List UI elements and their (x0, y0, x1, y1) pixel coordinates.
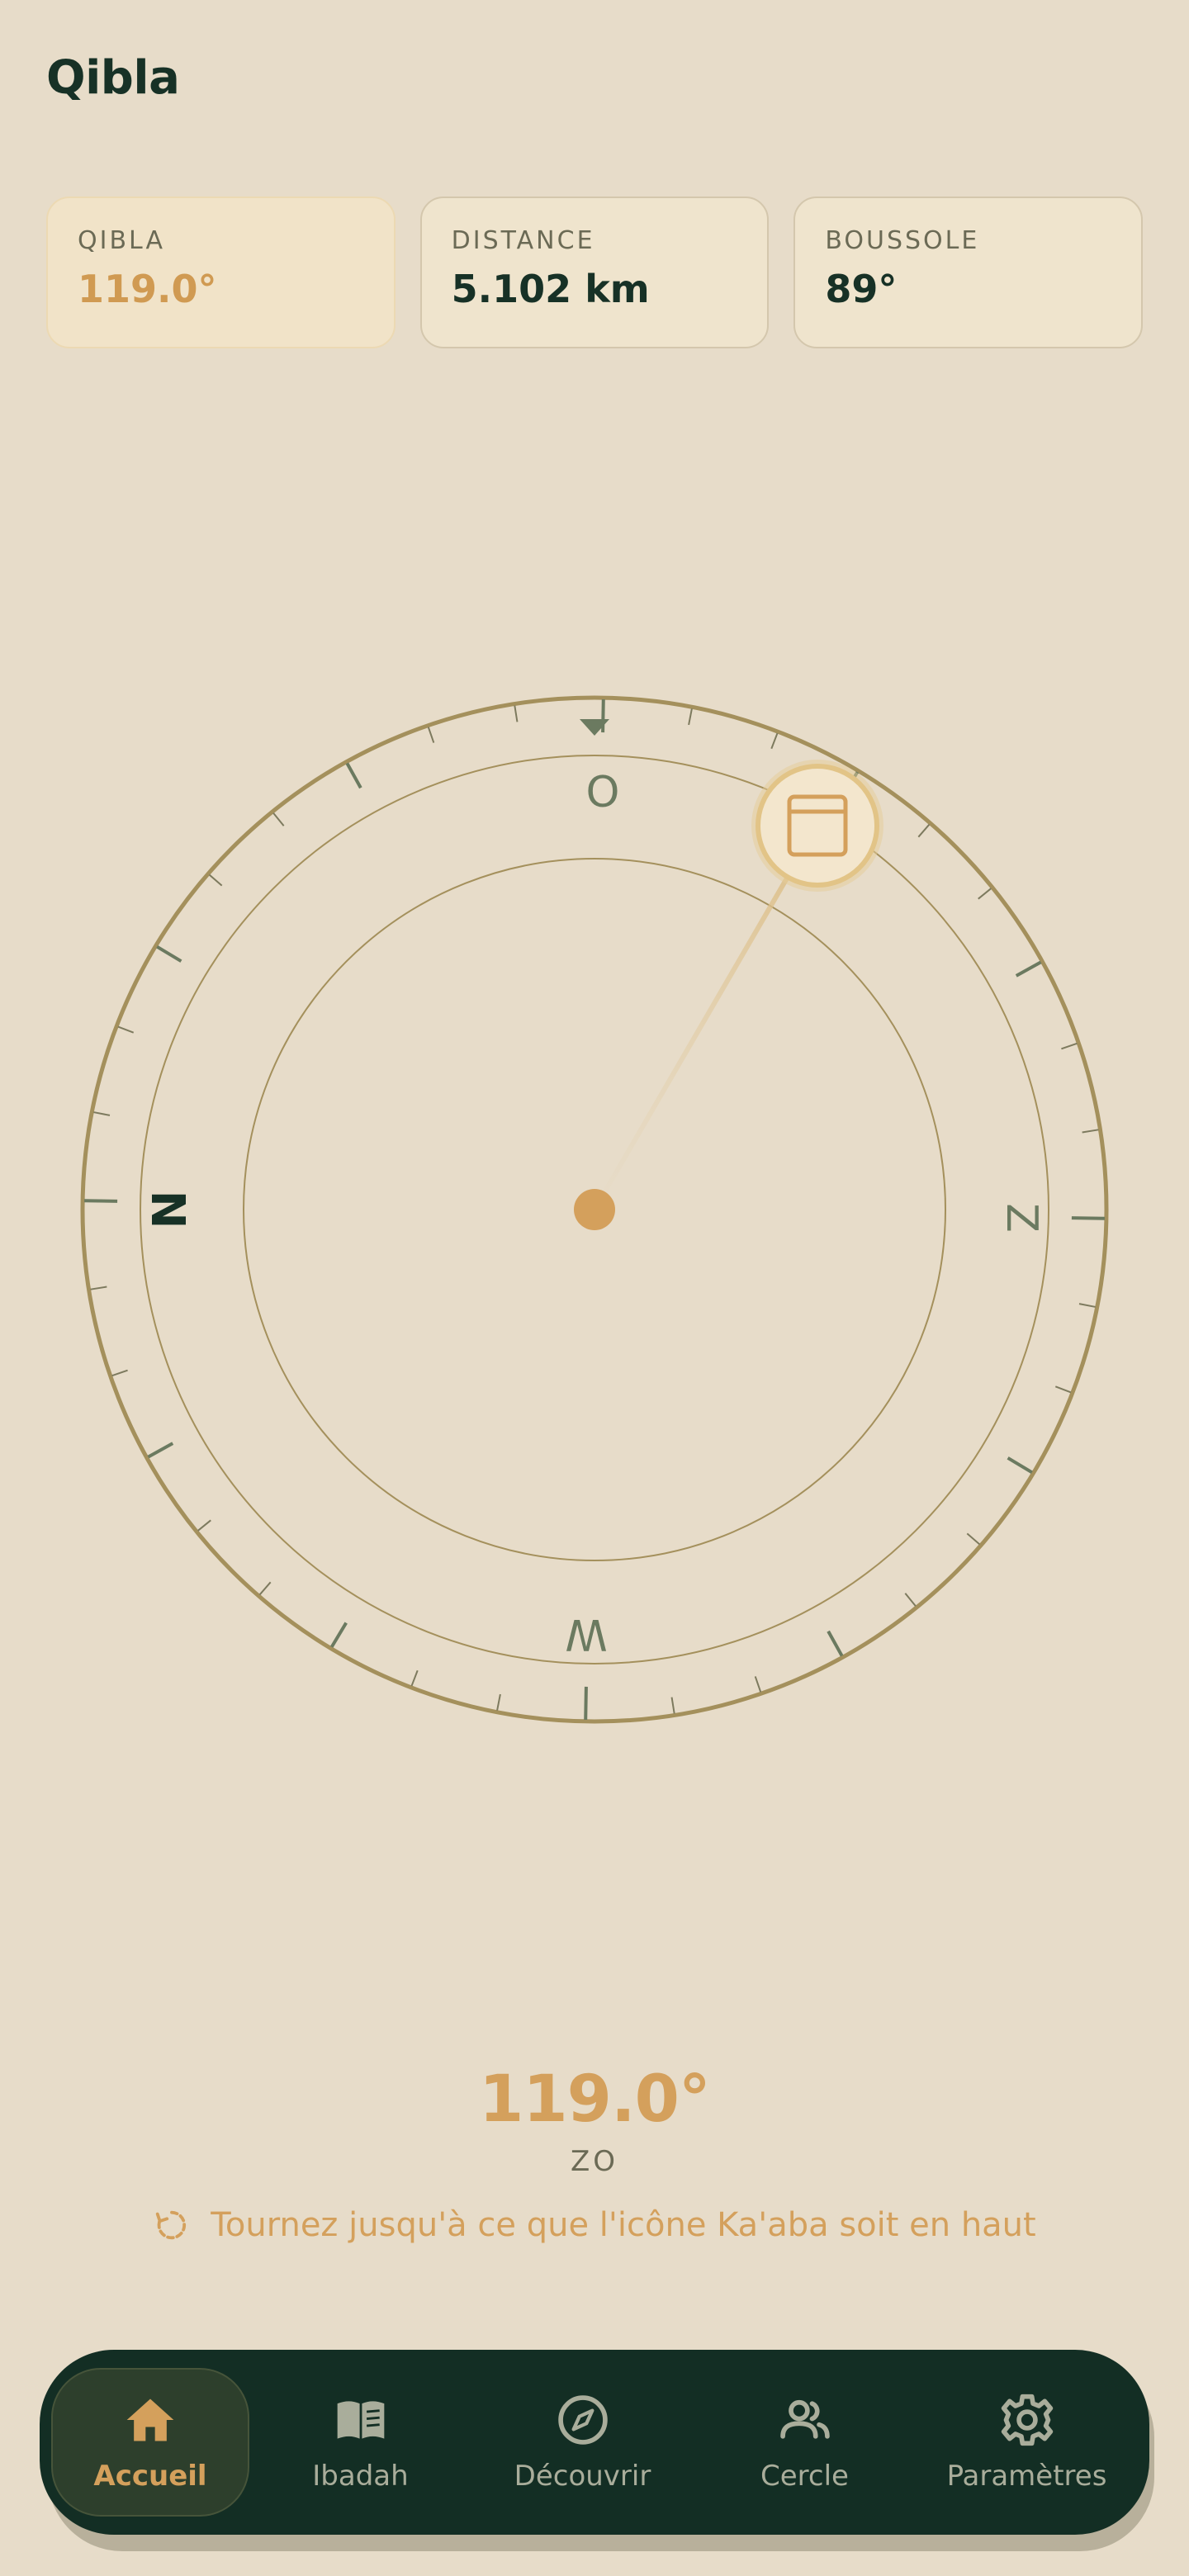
compass-tick (1054, 1385, 1072, 1394)
qibla-card: QIBLA 119.0° (46, 197, 396, 348)
compass-tick (754, 1676, 762, 1693)
book-icon (337, 2401, 384, 2439)
compass-tick (117, 1025, 135, 1034)
compass-tick (84, 1199, 118, 1203)
compass-tick (111, 1369, 128, 1377)
rotate-hint: Tournez jusqu'à ce que l'icône Ka'aba so… (0, 2206, 1189, 2244)
compass-card-value: 89° (825, 267, 898, 311)
page-title: Qibla (46, 51, 180, 105)
compass-tick (978, 888, 992, 900)
qibla-compass: O Z W N (74, 689, 1115, 1730)
compass-tick (670, 1697, 675, 1714)
compass-tick (917, 823, 931, 838)
compass-tick (272, 812, 285, 826)
cardinal-right: Z (997, 1203, 1046, 1233)
rotate-hint-text: Tournez jusqu'à ce que l'icône Ka'aba so… (211, 2206, 1036, 2244)
compass-tick (688, 708, 693, 726)
nav-item-ibadah-label: Ibadah (312, 2460, 409, 2493)
compass-tick (770, 732, 779, 750)
people-icon (779, 2399, 830, 2439)
gear-icon (1001, 2394, 1053, 2446)
compass-card-label: BOUSSOLE (825, 226, 980, 255)
compass-tick (584, 1686, 588, 1720)
distance-card-value: 5.102 km (451, 267, 650, 311)
compass-tick (496, 1693, 501, 1711)
cardinal-bottom: W (565, 1609, 607, 1659)
compass-tick (427, 727, 435, 743)
nav-item-ibadah[interactable]: Ibadah (249, 2368, 471, 2517)
nav-item-parametres-label: Paramètres (946, 2460, 1107, 2493)
nav-item-parametres[interactable]: Paramètres (916, 2368, 1138, 2517)
compass-tick (197, 1519, 211, 1532)
nav-item-accueil[interactable]: Accueil (51, 2368, 249, 2517)
qibla-card-value: 119.0° (78, 267, 217, 311)
compass-tick (208, 874, 223, 887)
heading-angle: 119.0° (479, 2062, 711, 2137)
cardinal-left: N (144, 1191, 197, 1229)
compass-tick (1082, 1129, 1099, 1134)
nav-item-decouvrir[interactable]: Découvrir (471, 2368, 694, 2517)
distance-card-label: DISTANCE (451, 226, 595, 255)
kaaba-marker (751, 760, 883, 892)
compass-tick (1071, 1216, 1105, 1220)
compass-center-dot (574, 1189, 615, 1230)
compass-tick (1061, 1042, 1078, 1050)
nav-item-cercle-label: Cercle (760, 2460, 849, 2493)
qibla-direction-line (592, 824, 820, 1211)
compass-tick (1015, 960, 1042, 978)
stats-cards: QIBLA 119.0° DISTANCE 5.102 km BOUSSOLE … (46, 197, 1144, 348)
compass-tick (966, 1532, 981, 1546)
compass-tick (1078, 1303, 1096, 1308)
heading-pointer-icon (580, 719, 609, 736)
nav-item-cercle[interactable]: Cercle (694, 2368, 916, 2517)
compass-tick (329, 1622, 348, 1648)
compass-tick (258, 1581, 272, 1596)
compass-card: BOUSSOLE 89° (793, 197, 1144, 348)
bottom-nav: Accueil Ibadah Découvrir Cercle Paramètr… (40, 2350, 1149, 2535)
qibla-card-label: QIBLA (78, 226, 165, 255)
compass-tick (827, 1630, 844, 1657)
compass-tick (904, 1593, 917, 1607)
home-icon (126, 2398, 174, 2441)
cardinal-top: O (586, 768, 620, 817)
nav-item-accueil-label: Accueil (93, 2460, 207, 2493)
distance-card: DISTANCE 5.102 km (419, 197, 770, 348)
compass-svg: O Z W N (80, 695, 1109, 1724)
heading-direction: ZO (570, 2145, 619, 2178)
compass-tick (514, 705, 519, 722)
compass-icon (557, 2395, 608, 2445)
compass-tick (156, 945, 182, 963)
compass-tick (601, 699, 605, 733)
compass-tick (147, 1442, 174, 1459)
compass-tick (90, 1286, 107, 1290)
compass-tick (345, 762, 362, 789)
compass-tick (1007, 1456, 1033, 1475)
compass-tick (410, 1669, 419, 1687)
rotate-icon (156, 2210, 187, 2240)
nav-item-decouvrir-label: Découvrir (514, 2460, 651, 2493)
compass-tick (93, 1111, 111, 1116)
